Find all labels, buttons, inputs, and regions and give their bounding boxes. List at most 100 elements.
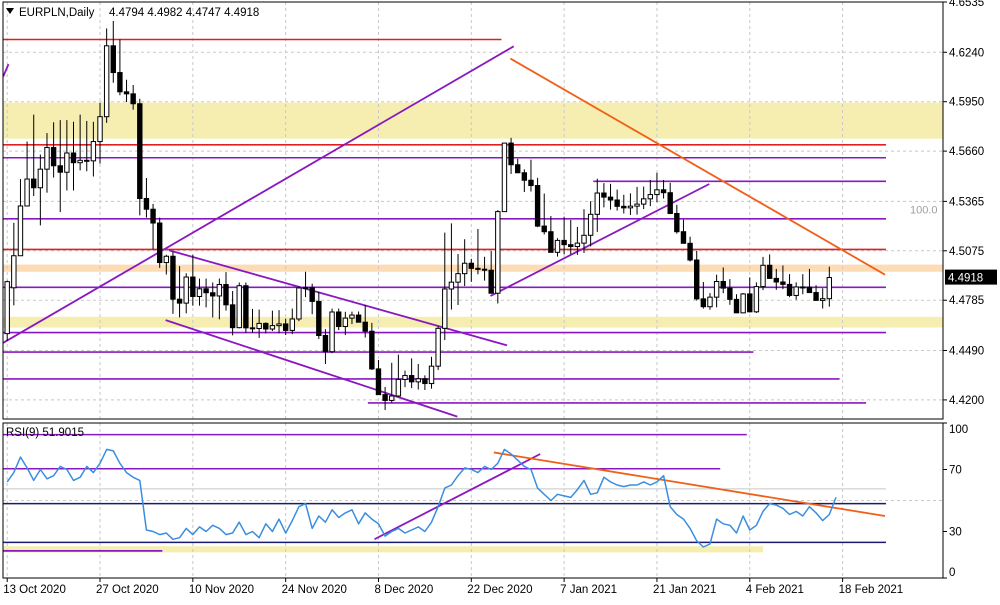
candle-body (561, 239, 567, 246)
price-tick-label-3: 4.5660 (949, 146, 984, 158)
candle-body (594, 192, 600, 215)
price-zone-0 (3, 102, 943, 139)
rsi-title: RSI(9) 51.9015 (6, 427, 84, 439)
candle-body (627, 205, 634, 209)
candle-body (687, 242, 693, 261)
candle-65 (435, 326, 441, 370)
candle-body (183, 276, 189, 304)
rsi-tick-label-1: 70 (949, 465, 962, 477)
candle-body (355, 314, 362, 323)
time-tick-label-1: 27 Oct 2020 (96, 584, 159, 596)
candle-body (156, 222, 163, 264)
time-tick-label-6: 7 Jan 2021 (560, 584, 617, 596)
candle-body (176, 298, 183, 304)
candle-body (442, 288, 448, 329)
candle-body (674, 212, 680, 233)
candle-body (103, 45, 110, 118)
price-tick-label-0: 4.6535 (949, 0, 984, 9)
candle-body (587, 213, 594, 236)
candle-body (389, 395, 395, 401)
time-tick-label-2: 10 Nov 2020 (189, 584, 254, 596)
candle-body (110, 45, 116, 74)
candle-body (216, 284, 223, 297)
candle-body (548, 231, 554, 253)
candle-body (819, 298, 826, 301)
candle-body (117, 72, 123, 93)
candle-body (528, 179, 534, 187)
candle-50 (336, 308, 342, 331)
candle-111 (740, 293, 746, 314)
candle-body (647, 194, 654, 200)
candle-body (302, 287, 309, 290)
price-tick-label-7: 4.4490 (949, 345, 984, 357)
candle-body (309, 287, 315, 302)
candle-body (422, 378, 428, 385)
candle-body (263, 322, 269, 330)
candle-body (541, 225, 547, 233)
candle-body (780, 281, 786, 285)
candle-0 (4, 280, 10, 341)
candle-body (733, 298, 740, 314)
candle-body (349, 314, 355, 319)
candle-body (342, 317, 349, 327)
candle-body (408, 375, 415, 383)
candle-75 (501, 142, 508, 213)
candle-body (435, 327, 441, 367)
candle-body (369, 330, 375, 370)
rsi-tick-label-3: 0 (949, 567, 955, 579)
candle-body (210, 292, 216, 297)
candle-body (713, 280, 720, 298)
price-zone-2 (3, 316, 943, 328)
candle-body (143, 197, 150, 210)
candle-35 (236, 282, 242, 329)
candle-80 (534, 177, 541, 228)
candle-body (203, 288, 209, 294)
candle-body (236, 285, 242, 329)
candle-body (495, 211, 501, 294)
main-pane-header: EURPLN,Daily 4.4794 4.4982 4.4747 4.4918 (6, 7, 259, 19)
candle-20 (137, 98, 143, 216)
candle-body (229, 304, 236, 329)
candle-body (362, 321, 368, 332)
price-tick-label-1: 4.6240 (949, 47, 984, 59)
time-tick-label-9: 18 Feb 2021 (839, 584, 904, 596)
candle-body (813, 292, 819, 301)
ohlc-readout: 4.4794 4.4982 4.4747 4.4918 (109, 7, 259, 19)
candle-body (4, 281, 10, 335)
candle-body (800, 286, 806, 289)
candle-body (428, 365, 435, 385)
chart-root: 4.6535 4.6240 4.5950 4.5660 4.5365 4.5075 4.47… (0, 0, 1000, 600)
candle-body (44, 147, 50, 170)
candle-113 (753, 282, 760, 314)
eurpln-chart: 4.6535 4.6240 4.5950 4.5660 4.5365 4.5075 4.47… (0, 0, 1000, 600)
candle-body (455, 273, 461, 283)
candle-body (806, 286, 813, 294)
candle-body (488, 269, 494, 294)
candle-body (747, 293, 753, 313)
candle-body (475, 267, 481, 270)
candle-body (773, 277, 779, 283)
candle-body (137, 103, 143, 199)
price-tick-label-6: 4.4785 (949, 295, 984, 307)
candle-body (660, 189, 667, 194)
candle-body (316, 300, 322, 336)
candle-49 (329, 308, 335, 354)
candle-36 (243, 282, 249, 333)
candle-body (554, 239, 561, 253)
candle-body (97, 116, 103, 143)
candle-body (31, 178, 37, 189)
price-tick-label-8: 4.4200 (949, 395, 984, 407)
candle-body (282, 323, 289, 331)
candle-body (249, 327, 256, 330)
candle-body (336, 311, 342, 327)
candle-body (614, 199, 620, 207)
candle-body (826, 277, 833, 300)
candle-body (70, 152, 77, 164)
candle-23 (156, 217, 163, 268)
candle-body (621, 205, 627, 209)
candle-body (402, 375, 408, 380)
price-tick-label-4: 4.5365 (949, 196, 984, 208)
time-tick-label-5: 22 Dec 2020 (467, 584, 532, 596)
candle-44 (296, 286, 302, 322)
candle-body (786, 283, 793, 296)
